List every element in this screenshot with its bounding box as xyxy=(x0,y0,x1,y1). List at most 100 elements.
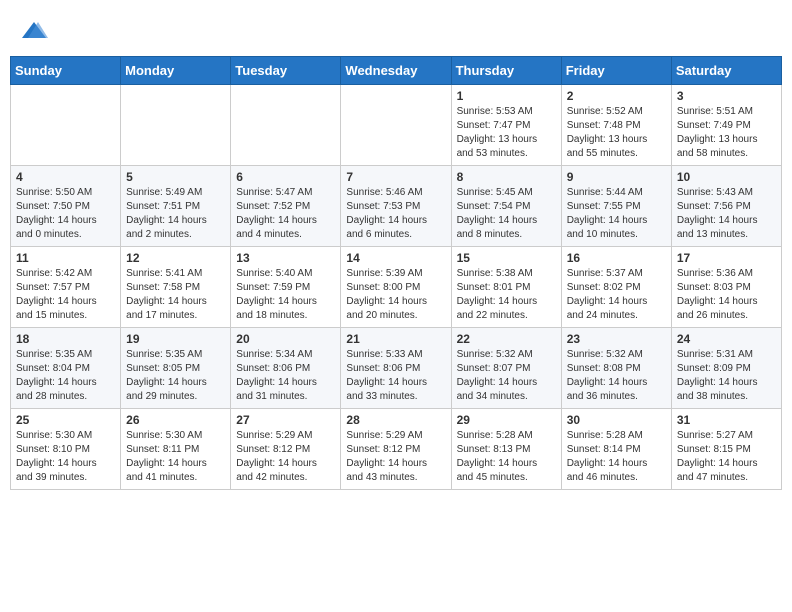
day-info: Sunrise: 5:39 AMSunset: 8:00 PMDaylight:… xyxy=(346,267,445,323)
week-row-3: 18 Sunrise: 5:35 AMSunset: 8:04 PMDayligh… xyxy=(11,328,782,409)
day-number: 22 xyxy=(457,332,556,346)
day-number: 16 xyxy=(567,251,666,265)
week-row-4: 25 Sunrise: 5:30 AMSunset: 8:10 PMDayligh… xyxy=(11,409,782,490)
day-info: Sunrise: 5:35 AMSunset: 8:05 PMDaylight:… xyxy=(126,348,225,404)
calendar-cell: 22 Sunrise: 5:32 AMSunset: 8:07 PMDayligh… xyxy=(451,328,561,409)
day-number: 19 xyxy=(126,332,225,346)
day-info: Sunrise: 5:44 AMSunset: 7:55 PMDaylight:… xyxy=(567,186,666,242)
day-number: 6 xyxy=(236,170,335,184)
weekday-header-saturday: Saturday xyxy=(671,57,781,85)
day-number: 17 xyxy=(677,251,776,265)
calendar-cell: 13 Sunrise: 5:40 AMSunset: 7:59 PMDayligh… xyxy=(231,247,341,328)
calendar-cell: 15 Sunrise: 5:38 AMSunset: 8:01 PMDayligh… xyxy=(451,247,561,328)
day-number: 20 xyxy=(236,332,335,346)
calendar-cell: 25 Sunrise: 5:30 AMSunset: 8:10 PMDayligh… xyxy=(11,409,121,490)
day-number: 11 xyxy=(16,251,115,265)
calendar-cell: 11 Sunrise: 5:42 AMSunset: 7:57 PMDayligh… xyxy=(11,247,121,328)
calendar-cell: 28 Sunrise: 5:29 AMSunset: 8:12 PMDayligh… xyxy=(341,409,451,490)
calendar-cell: 8 Sunrise: 5:45 AMSunset: 7:54 PMDaylight… xyxy=(451,166,561,247)
day-number: 4 xyxy=(16,170,115,184)
calendar-cell: 30Sunrise: 5:28 AMSunset: 8:14 PMDayligh… xyxy=(561,409,671,490)
day-info: Sunrise: 5:32 AMSunset: 8:07 PMDaylight:… xyxy=(457,348,556,404)
day-info: Sunrise: 5:52 AMSunset: 7:48 PMDaylight:… xyxy=(567,105,666,161)
day-info: Sunrise: 5:43 AMSunset: 7:56 PMDaylight:… xyxy=(677,186,776,242)
calendar-cell: 6Sunrise: 5:47 AMSunset: 7:52 PMDaylight… xyxy=(231,166,341,247)
day-info: Sunrise: 5:29 AMSunset: 8:12 PMDaylight:… xyxy=(236,429,335,485)
day-info: Sunrise: 5:37 AMSunset: 8:02 PMDaylight:… xyxy=(567,267,666,323)
calendar-cell: 24Sunrise: 5:31 AMSunset: 8:09 PMDayligh… xyxy=(671,328,781,409)
day-info: Sunrise: 5:36 AMSunset: 8:03 PMDaylight:… xyxy=(677,267,776,323)
day-number: 7 xyxy=(346,170,445,184)
day-number: 26 xyxy=(126,413,225,427)
day-info: Sunrise: 5:38 AMSunset: 8:01 PMDaylight:… xyxy=(457,267,556,323)
calendar-cell: 12 Sunrise: 5:41 AMSunset: 7:58 PMDayligh… xyxy=(121,247,231,328)
calendar-cell: 5 Sunrise: 5:49 AMSunset: 7:51 PMDaylight… xyxy=(121,166,231,247)
calendar-cell xyxy=(11,85,121,166)
day-info: Sunrise: 5:46 AMSunset: 7:53 PMDaylight:… xyxy=(346,186,445,242)
day-info: Sunrise: 5:42 AMSunset: 7:57 PMDaylight:… xyxy=(16,267,115,323)
day-number: 12 xyxy=(126,251,225,265)
day-number: 14 xyxy=(346,251,445,265)
day-number: 23 xyxy=(567,332,666,346)
day-number: 15 xyxy=(457,251,556,265)
day-info: Sunrise: 5:28 AMSunset: 8:14 PMDaylight:… xyxy=(567,429,666,485)
weekday-header-sunday: Sunday xyxy=(11,57,121,85)
day-info: Sunrise: 5:33 AMSunset: 8:06 PMDaylight:… xyxy=(346,348,445,404)
weekday-header-monday: Monday xyxy=(121,57,231,85)
calendar-cell xyxy=(341,85,451,166)
calendar-cell: 26 Sunrise: 5:30 AMSunset: 8:11 PMDayligh… xyxy=(121,409,231,490)
day-info: Sunrise: 5:50 AMSunset: 7:50 PMDaylight:… xyxy=(16,186,115,242)
weekday-header-row: SundayMondayTuesdayWednesdayThursdayFrid… xyxy=(11,57,782,85)
weekday-header-wednesday: Wednesday xyxy=(341,57,451,85)
day-number: 1 xyxy=(457,89,556,103)
day-info: Sunrise: 5:28 AMSunset: 8:13 PMDaylight:… xyxy=(457,429,556,485)
day-info: Sunrise: 5:30 AMSunset: 8:10 PMDaylight:… xyxy=(16,429,115,485)
calendar-cell: 3Sunrise: 5:51 AMSunset: 7:49 PMDaylight… xyxy=(671,85,781,166)
calendar-cell: 7 Sunrise: 5:46 AMSunset: 7:53 PMDaylight… xyxy=(341,166,451,247)
calendar-table: SundayMondayTuesdayWednesdayThursdayFrid… xyxy=(10,56,782,490)
day-number: 28 xyxy=(346,413,445,427)
day-info: Sunrise: 5:30 AMSunset: 8:11 PMDaylight:… xyxy=(126,429,225,485)
calendar-cell: 18 Sunrise: 5:35 AMSunset: 8:04 PMDayligh… xyxy=(11,328,121,409)
calendar-cell: 4 Sunrise: 5:50 AMSunset: 7:50 PMDaylight… xyxy=(11,166,121,247)
day-number: 18 xyxy=(16,332,115,346)
day-info: Sunrise: 5:45 AMSunset: 7:54 PMDaylight:… xyxy=(457,186,556,242)
logo xyxy=(20,18,52,46)
day-info: Sunrise: 5:40 AMSunset: 7:59 PMDaylight:… xyxy=(236,267,335,323)
week-row-1: 4 Sunrise: 5:50 AMSunset: 7:50 PMDaylight… xyxy=(11,166,782,247)
day-info: Sunrise: 5:53 AMSunset: 7:47 PMDaylight:… xyxy=(457,105,556,161)
calendar-cell: 21 Sunrise: 5:33 AMSunset: 8:06 PMDayligh… xyxy=(341,328,451,409)
day-info: Sunrise: 5:41 AMSunset: 7:58 PMDaylight:… xyxy=(126,267,225,323)
day-number: 29 xyxy=(457,413,556,427)
day-info: Sunrise: 5:35 AMSunset: 8:04 PMDaylight:… xyxy=(16,348,115,404)
day-info: Sunrise: 5:34 AMSunset: 8:06 PMDaylight:… xyxy=(236,348,335,404)
logo-icon xyxy=(20,18,48,46)
calendar-cell: 29 Sunrise: 5:28 AMSunset: 8:13 PMDayligh… xyxy=(451,409,561,490)
day-number: 8 xyxy=(457,170,556,184)
calendar-cell: 31Sunrise: 5:27 AMSunset: 8:15 PMDayligh… xyxy=(671,409,781,490)
calendar-cell xyxy=(231,85,341,166)
weekday-header-thursday: Thursday xyxy=(451,57,561,85)
calendar-cell: 16 Sunrise: 5:37 AMSunset: 8:02 PMDayligh… xyxy=(561,247,671,328)
day-info: Sunrise: 5:29 AMSunset: 8:12 PMDaylight:… xyxy=(346,429,445,485)
day-number: 25 xyxy=(16,413,115,427)
day-info: Sunrise: 5:27 AMSunset: 8:15 PMDaylight:… xyxy=(677,429,776,485)
calendar-cell: 2 Sunrise: 5:52 AMSunset: 7:48 PMDaylight… xyxy=(561,85,671,166)
day-info: Sunrise: 5:32 AMSunset: 8:08 PMDaylight:… xyxy=(567,348,666,404)
day-number: 21 xyxy=(346,332,445,346)
day-number: 10 xyxy=(677,170,776,184)
page-header xyxy=(10,10,782,50)
day-number: 13 xyxy=(236,251,335,265)
calendar-cell: 10 Sunrise: 5:43 AMSunset: 7:56 PMDayligh… xyxy=(671,166,781,247)
day-number: 24 xyxy=(677,332,776,346)
day-number: 2 xyxy=(567,89,666,103)
calendar-cell: 23 Sunrise: 5:32 AMSunset: 8:08 PMDayligh… xyxy=(561,328,671,409)
day-number: 27 xyxy=(236,413,335,427)
weekday-header-friday: Friday xyxy=(561,57,671,85)
calendar-cell: 17 Sunrise: 5:36 AMSunset: 8:03 PMDayligh… xyxy=(671,247,781,328)
calendar-cell: 20 Sunrise: 5:34 AMSunset: 8:06 PMDayligh… xyxy=(231,328,341,409)
day-info: Sunrise: 5:49 AMSunset: 7:51 PMDaylight:… xyxy=(126,186,225,242)
week-row-2: 11 Sunrise: 5:42 AMSunset: 7:57 PMDayligh… xyxy=(11,247,782,328)
calendar-cell: 27 Sunrise: 5:29 AMSunset: 8:12 PMDayligh… xyxy=(231,409,341,490)
day-number: 5 xyxy=(126,170,225,184)
